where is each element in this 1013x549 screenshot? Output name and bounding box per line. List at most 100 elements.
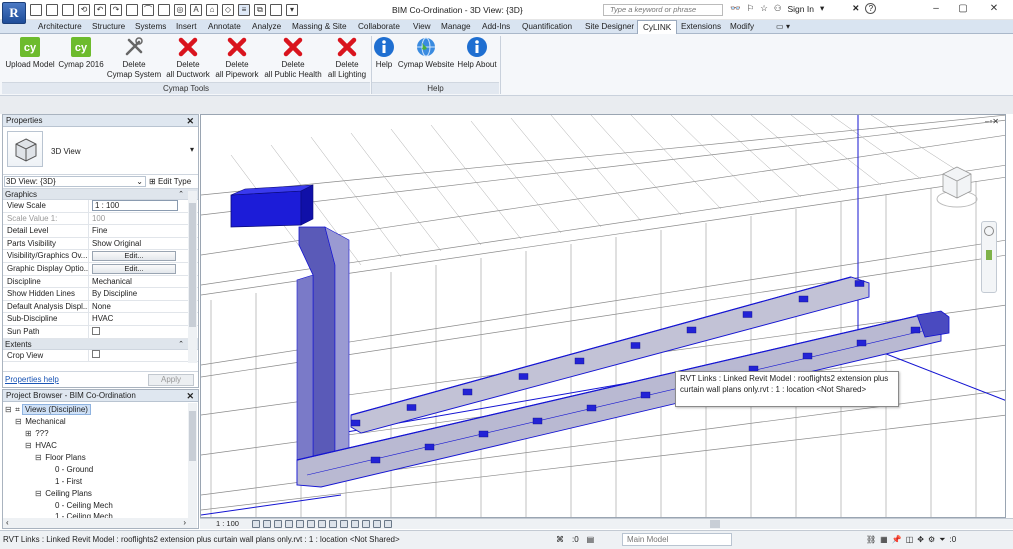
tab-site-designer[interactable]: Site Designer [585, 21, 634, 33]
delete-all-public-health-button[interactable]: Delete all Public Health [263, 34, 323, 79]
property-row[interactable]: Sub-Discipline HVAC [3, 313, 198, 326]
worksharing-icon[interactable]: ⌘ [556, 531, 564, 548]
property-row[interactable]: Discipline Mechanical [3, 275, 198, 289]
search-input[interactable]: Type a keyword or phrase [603, 4, 723, 16]
reveal-hidden-icon[interactable] [351, 520, 359, 528]
close-icon[interactable]: ✕ [186, 115, 194, 127]
cymap-website-button[interactable]: Cymap Website [397, 34, 455, 70]
sign-in-link[interactable]: Sign In [787, 4, 813, 14]
render-icon[interactable] [296, 520, 304, 528]
collapse-icon[interactable]: ⊟ [5, 404, 13, 415]
delete-all-ductwork-button[interactable]: Delete all Ductwork [164, 34, 212, 79]
tab-collaborate[interactable]: Collaborate [358, 21, 400, 33]
section-graphics[interactable]: Graphics ⌃ [3, 189, 198, 200]
tab-manage[interactable]: Manage [441, 21, 471, 33]
scroll-left-icon[interactable]: ‹ [3, 518, 9, 527]
close-button[interactable]: ✕ [986, 2, 1002, 16]
collapse-icon[interactable]: ⊟ [25, 440, 33, 451]
graphic-display-edit-button[interactable]: Edit... [92, 263, 176, 274]
chevron-down-icon[interactable]: ▾ [820, 3, 824, 14]
new-file-icon[interactable] [30, 4, 42, 16]
property-row[interactable]: Show Hidden Lines By Discipline [3, 288, 198, 301]
upload-model-button[interactable]: cy Upload Model [4, 34, 56, 70]
viewport-scroll-thumb[interactable] [710, 520, 720, 528]
tree-node-1-first[interactable]: 1 - First [55, 476, 82, 487]
property-row[interactable]: Parts Visibility Show Original [3, 237, 198, 251]
view-scale-field[interactable]: 1 : 100 [92, 200, 178, 211]
select-pinned-icon[interactable]: 📌 [892, 531, 902, 548]
tab-modify[interactable]: Modify [730, 21, 754, 33]
tab-insert[interactable]: Insert [176, 21, 196, 33]
shadows-icon[interactable] [285, 520, 293, 528]
edit-type-button[interactable]: ⊞ Edit Type [149, 176, 191, 187]
close-icon[interactable]: ✕ [186, 390, 194, 402]
tab-analyze[interactable]: Analyze [252, 21, 281, 33]
help-icon[interactable]: ? [865, 3, 877, 14]
binoculars-icon[interactable]: 👓 [730, 3, 741, 14]
close-hidden-icon[interactable]: ⧉ [254, 4, 266, 16]
property-value[interactable]: Fine [89, 225, 198, 237]
collapse-icon[interactable]: ⌃ [178, 189, 184, 200]
help-button[interactable]: Help [373, 34, 395, 70]
vg-overrides-edit-button[interactable]: Edit... [92, 251, 176, 262]
show-crop-icon[interactable] [318, 520, 326, 528]
tab-annotate[interactable]: Annotate [208, 21, 241, 33]
property-value[interactable]: None [89, 301, 198, 313]
delete-cymap-system-button[interactable]: Delete Cymap System [106, 34, 162, 79]
dimension-icon[interactable] [158, 4, 170, 16]
crop-view-icon[interactable] [307, 520, 315, 528]
filter-icon[interactable]: ⏷ [939, 531, 945, 548]
sync-icon[interactable]: ⟲ [78, 4, 90, 16]
tab-massing-site[interactable]: Massing & Site [292, 21, 347, 33]
sun-path-checkbox[interactable] [92, 326, 100, 335]
open-folder-icon[interactable] [46, 4, 58, 16]
zoom-icon[interactable] [986, 250, 992, 260]
select-by-face-icon[interactable]: ◫ [906, 531, 914, 548]
undo-icon[interactable]: ↶ [94, 4, 106, 16]
properties-help-link[interactable]: Properties help [5, 375, 59, 384]
exchange-apps-icon[interactable]: ✕ [852, 3, 859, 14]
collapse-icon[interactable]: ⊟ [35, 452, 43, 463]
expand-icon[interactable]: ⊞ [25, 428, 33, 439]
application-menu-button[interactable]: R [2, 2, 26, 24]
tree-node-mechanical[interactable]: ⊟ Mechanical [15, 416, 66, 427]
drag-elements-icon[interactable]: ✥ [917, 531, 924, 548]
view-scale-button[interactable]: 1 : 100 [216, 519, 239, 529]
tree-node-0-ceiling-mech[interactable]: 0 - Ceiling Mech [55, 500, 113, 511]
tab-architecture[interactable]: Architecture [38, 21, 82, 33]
thin-lines-icon[interactable]: ≡ [238, 4, 250, 16]
detail-level-icon[interactable] [252, 520, 260, 528]
text-icon[interactable]: A [190, 4, 202, 16]
property-row[interactable]: Detail Level Fine [3, 225, 198, 238]
delete-all-pipework-button[interactable]: Delete all Pipework [213, 34, 261, 79]
tree-node-ceiling-plans[interactable]: ⊟ Ceiling Plans [35, 488, 92, 499]
analytical-model-icon[interactable] [362, 520, 370, 528]
tab-systems[interactable]: Systems [135, 21, 166, 33]
property-value[interactable]: Show Original [89, 238, 198, 250]
redo-icon[interactable]: ↷ [110, 4, 122, 16]
property-value[interactable]: By Discipline [89, 288, 198, 300]
sun-path-icon[interactable] [274, 520, 282, 528]
tab-cylink[interactable]: CyLINK [637, 20, 678, 34]
favorites-star-icon[interactable]: ☆ [760, 3, 768, 14]
highlight-displacement-icon[interactable] [373, 520, 381, 528]
reveal-constraints-icon[interactable] [384, 520, 392, 528]
browser-scrollbar[interactable] [188, 403, 197, 528]
tree-node-hvac[interactable]: ⊟ HVAC [25, 440, 57, 451]
minimize-button[interactable]: – [928, 2, 944, 16]
steering-wheel-icon[interactable] [984, 226, 994, 236]
tab-add-ins[interactable]: Add-Ins [482, 21, 510, 33]
property-value[interactable]: Mechanical [89, 276, 198, 288]
subscription-icon[interactable]: ⚐ [747, 3, 755, 14]
section-icon[interactable]: ◇ [222, 4, 234, 16]
help-about-button[interactable]: Help About [456, 34, 498, 70]
scroll-right-icon[interactable]: › [183, 518, 186, 528]
3d-view-icon[interactable]: ⌂ [206, 4, 218, 16]
tree-node-0-ground[interactable]: 0 - Ground [55, 464, 93, 475]
measure-icon[interactable]: ⌒ [142, 4, 154, 16]
property-value[interactable]: HVAC [89, 313, 198, 325]
user-icon[interactable]: ⚇ [774, 3, 782, 14]
select-underlay-icon[interactable]: ▦ [880, 531, 888, 548]
viewcube[interactable] [933, 159, 981, 211]
delete-all-lighting-button[interactable]: Delete all Lighting [325, 34, 369, 79]
